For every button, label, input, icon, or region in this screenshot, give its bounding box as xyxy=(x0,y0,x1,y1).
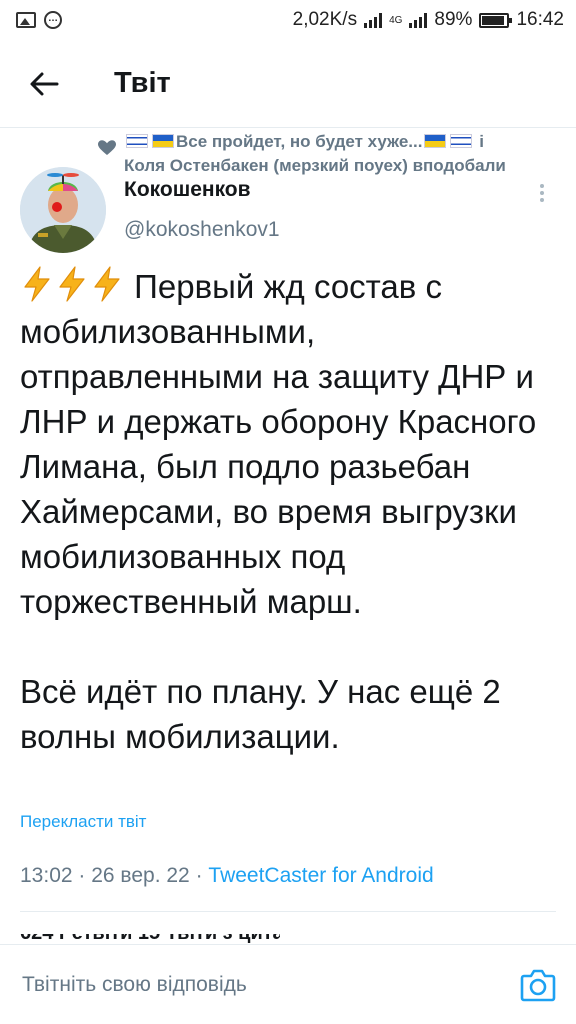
tweet-body-text: Первый жд состав с мобилизованными, отпр… xyxy=(20,268,537,755)
israel-flag-icon xyxy=(126,134,148,148)
signal-icon-2 xyxy=(409,12,428,28)
gallery-notification-icon xyxy=(16,12,36,28)
liker-line-2[interactable]: Коля Остенбакен (мерзкий поуех) вподобал… xyxy=(124,154,506,178)
tweet-stats-text: 624 Ретвіти 15 Твіти з цитатами xyxy=(20,934,280,944)
status-bar: … 2,02K/s 4G 89% 16:42 xyxy=(0,0,576,40)
liker-name-1: Все пройдет, но будет хуже... xyxy=(176,132,423,151)
ukraine-flag-icon xyxy=(152,134,174,148)
avatar[interactable] xyxy=(20,167,106,253)
heart-icon xyxy=(90,130,124,156)
clock: 16:42 xyxy=(516,9,564,30)
translate-tweet-link[interactable]: Перекласти твіт xyxy=(20,812,146,832)
social-context: Все пройдет, но будет хуже... і Коля Ост… xyxy=(90,130,576,178)
message-notification-icon: … xyxy=(44,11,62,29)
ukraine-flag-icon xyxy=(424,134,447,148)
network-speed: 2,02K/s xyxy=(292,9,358,30)
signal-icon xyxy=(364,12,383,28)
network-type: 4G xyxy=(389,14,403,26)
tweet-date: 26 вер. 22 xyxy=(91,864,190,887)
high-voltage-icon xyxy=(20,266,54,302)
high-voltage-icon xyxy=(55,266,89,302)
conjunction-text: і xyxy=(479,132,484,151)
tweet-time: 13:02 xyxy=(20,864,73,887)
reply-bar: Твітніть свою відповідь xyxy=(0,944,576,1024)
tweet-stats[interactable]: 624 Ретвіти 15 Твіти з цитатами xyxy=(20,934,280,944)
high-voltage-icon xyxy=(90,266,124,302)
tweet-text: Первый жд состав с мобилизованными, отпр… xyxy=(20,264,560,759)
camera-icon xyxy=(520,969,556,1001)
battery-icon xyxy=(479,12,513,28)
back-button[interactable] xyxy=(18,58,70,110)
arrow-left-icon xyxy=(30,72,59,95)
battery-percent: 89% xyxy=(434,9,473,30)
author-handle[interactable]: @kokoshenkov1 xyxy=(124,218,280,242)
reply-input[interactable]: Твітніть свою відповідь xyxy=(22,973,247,997)
israel-flag-icon xyxy=(450,134,473,148)
tweet-source-link[interactable]: TweetCaster for Android xyxy=(208,864,433,887)
author-name[interactable]: Кокошенков xyxy=(124,178,251,202)
page-title: Твіт xyxy=(114,67,171,99)
tweet-meta: 13:02 · 26 вер. 22 · TweetCaster for And… xyxy=(20,864,434,887)
avatar-image xyxy=(20,167,106,253)
liker-line[interactable]: Все пройдет, но будет хуже... і xyxy=(124,130,506,154)
camera-button[interactable] xyxy=(520,968,556,1002)
app-header: Твіт xyxy=(0,40,576,128)
more-options-button[interactable] xyxy=(532,178,552,208)
divider xyxy=(20,911,556,912)
